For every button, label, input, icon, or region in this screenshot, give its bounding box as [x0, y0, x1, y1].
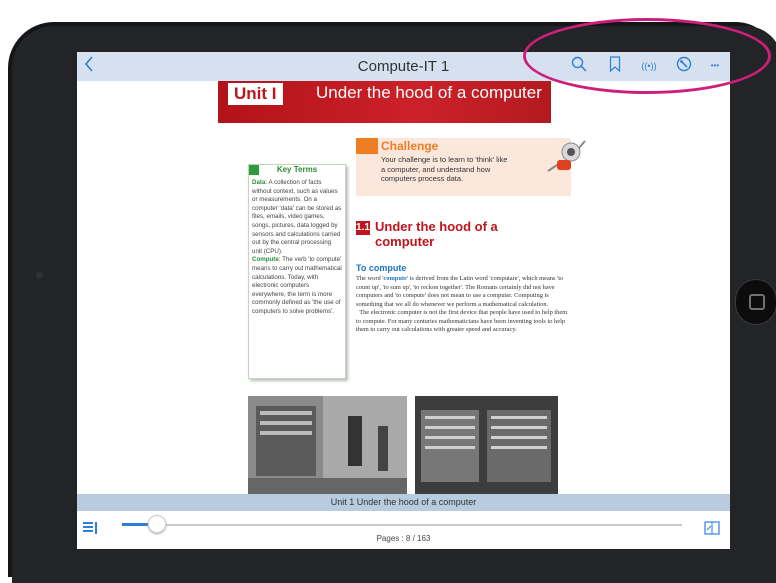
toc-icon[interactable]	[83, 521, 97, 535]
body-text: The word 'compute' is derived from the L…	[356, 275, 569, 335]
term-compute: Compute	[252, 256, 279, 264]
section-number: 1.1	[356, 221, 370, 235]
term-data-definition: : A collection of facts without context,…	[252, 179, 342, 255]
robot-illustration	[545, 138, 587, 180]
unit-label: Unit I	[228, 83, 283, 105]
section-title: Under the hood of a computer	[375, 219, 498, 249]
compute-term: compute	[383, 275, 407, 282]
mainframe-photo	[415, 396, 558, 496]
key-terms-box: Key Terms Data: A collection of facts wi…	[248, 164, 346, 379]
key-terms-title: Key Terms	[276, 165, 318, 174]
paragraph-2: The electronic computer is not the first…	[356, 309, 568, 333]
page-view-icon[interactable]	[704, 521, 720, 535]
highlight-ellipse	[523, 18, 771, 94]
unit-banner: Unit I Under the hood of a computer	[218, 81, 551, 123]
challenge-tab	[356, 138, 378, 154]
screen: Compute-IT 1 ((•)) ••• Unit I Under the …	[77, 52, 730, 549]
page-slider-track[interactable]	[122, 524, 682, 526]
early-computer-photo	[248, 396, 407, 496]
camera	[36, 272, 43, 279]
home-button[interactable]	[735, 279, 776, 325]
page-slider-handle[interactable]	[148, 515, 167, 533]
term-compute-definition: : The verb 'to compute' means to carry o…	[252, 256, 342, 315]
paragraph-1-start: The word '	[356, 275, 384, 282]
subheading: To compute	[356, 263, 407, 273]
banner-title: Under the hood of a computer	[316, 83, 542, 102]
challenge-text: Your challenge is to learn to 'think' li…	[381, 155, 508, 183]
page-counter: Pages : 8 / 163	[376, 534, 431, 543]
key-terms-body: Data: A collection of facts without cont…	[252, 179, 342, 317]
book-page[interactable]: Unit I Under the hood of a computer Key …	[77, 81, 730, 496]
challenge-title: Challenge	[381, 139, 439, 153]
term-data: Data	[252, 179, 266, 186]
challenge-box: Challenge Your challenge is to learn to …	[356, 138, 571, 196]
chapter-caption: Unit 1 Under the hood of a computer	[77, 494, 730, 511]
bottom-toolbar: Pages : 8 / 163	[77, 511, 730, 549]
